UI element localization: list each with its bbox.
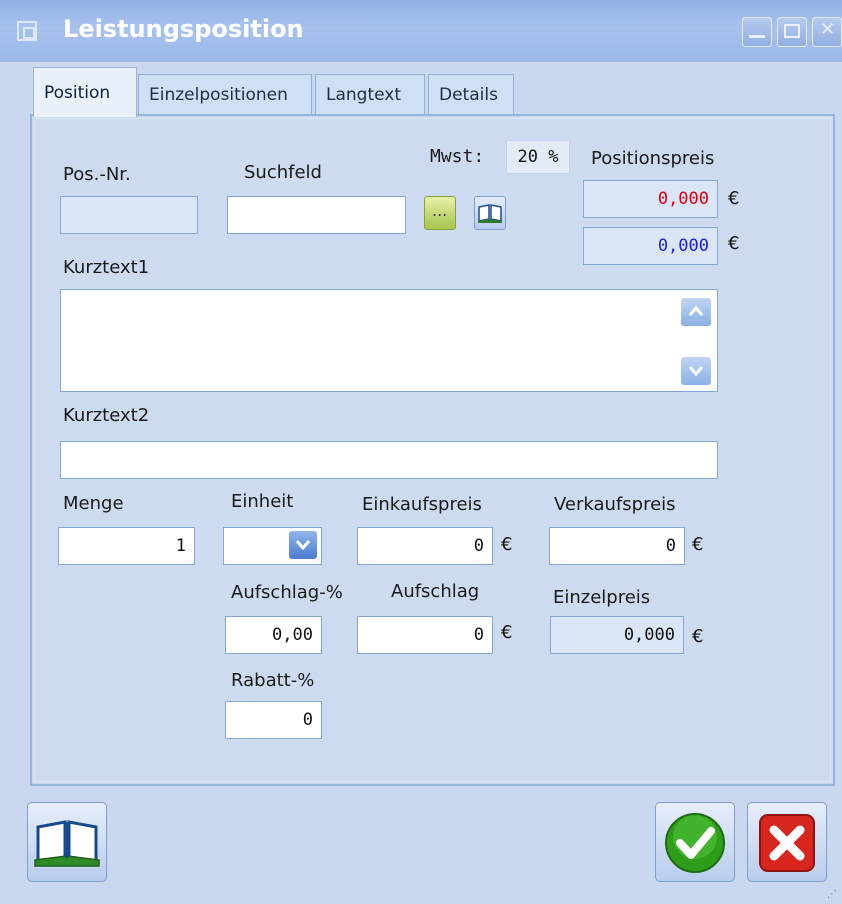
tab-label: Details bbox=[439, 84, 498, 105]
minimize-icon bbox=[749, 22, 765, 38]
catalog-large-button[interactable] bbox=[27, 802, 107, 882]
confirm-button[interactable] bbox=[655, 802, 735, 882]
pos-nr-field[interactable] bbox=[60, 196, 198, 234]
mwst-label: Mwst: bbox=[430, 146, 485, 167]
catalog-button[interactable] bbox=[474, 196, 506, 230]
resize-grip[interactable]: ⋰ bbox=[827, 889, 838, 900]
currency-symbol: € bbox=[501, 534, 513, 555]
einkaufspreis-input[interactable]: 0 bbox=[357, 527, 493, 565]
pos-nr-label: Pos.-Nr. bbox=[63, 164, 131, 185]
suchfeld-input[interactable] bbox=[227, 196, 406, 234]
einzelpreis-label: Einzelpreis bbox=[553, 587, 651, 608]
aufschlag-input[interactable]: 0 bbox=[357, 616, 493, 654]
scroll-down-button[interactable] bbox=[681, 357, 711, 385]
menge-label: Menge bbox=[63, 493, 124, 514]
window-icon bbox=[17, 21, 37, 41]
dialog-window: Leistungsposition ✕ Position Einzelposit… bbox=[0, 0, 842, 904]
einheit-dropdown-button[interactable] bbox=[289, 531, 317, 559]
scroll-down-icon bbox=[688, 366, 704, 377]
currency-symbol: € bbox=[692, 626, 704, 647]
cancel-x-icon bbox=[759, 814, 815, 872]
tab-label: Langtext bbox=[326, 84, 402, 105]
minimize-button[interactable] bbox=[742, 17, 772, 47]
verkaufspreis-input[interactable]: 0 bbox=[549, 527, 685, 565]
mwst-value: 20 % bbox=[506, 140, 570, 174]
rabatt-pct-label: Rabatt-% bbox=[231, 670, 315, 691]
verkaufspreis-label: Verkaufspreis bbox=[554, 494, 676, 515]
rabatt-pct-input[interactable]: 0 bbox=[225, 701, 322, 739]
tab-langtext[interactable]: Langtext bbox=[315, 74, 425, 114]
book-icon bbox=[34, 820, 100, 867]
title-bar[interactable]: Leistungsposition ✕ bbox=[0, 0, 842, 62]
tab-position[interactable]: Position bbox=[33, 67, 137, 117]
kurztext1-textarea[interactable] bbox=[60, 289, 718, 392]
dropdown-arrow-icon bbox=[295, 540, 311, 551]
currency-symbol: € bbox=[728, 188, 740, 209]
tab-label: Position bbox=[44, 82, 111, 103]
currency-symbol: € bbox=[728, 233, 740, 254]
browse-button-label: ... bbox=[432, 201, 448, 220]
suchfeld-label: Suchfeld bbox=[244, 162, 322, 183]
positionspreis-value-1: 0,000 bbox=[583, 180, 718, 218]
kurztext2-label: Kurztext2 bbox=[63, 405, 150, 426]
tab-details[interactable]: Details bbox=[428, 74, 514, 114]
tab-einzelpositionen[interactable]: Einzelpositionen bbox=[138, 74, 312, 114]
positionspreis-value-2: 0,000 bbox=[583, 227, 718, 265]
maximize-icon bbox=[784, 24, 800, 38]
scroll-up-icon bbox=[688, 305, 704, 316]
kurztext2-input[interactable] bbox=[60, 441, 718, 479]
maximize-button[interactable] bbox=[777, 17, 807, 47]
kurztext1-label: Kurztext1 bbox=[63, 257, 150, 278]
scroll-up-button[interactable] bbox=[681, 298, 711, 326]
positionspreis-label: Positionspreis bbox=[591, 148, 715, 169]
einzelpreis-value: 0,000 bbox=[550, 616, 684, 654]
aufschlag-pct-input[interactable]: 0,00 bbox=[225, 616, 322, 654]
browse-button[interactable]: ... bbox=[424, 196, 456, 230]
currency-symbol: € bbox=[501, 622, 513, 643]
menge-input[interactable]: 1 bbox=[58, 527, 195, 565]
book-icon bbox=[478, 204, 502, 223]
currency-symbol: € bbox=[692, 534, 704, 555]
einheit-label: Einheit bbox=[231, 491, 294, 512]
tab-label: Einzelpositionen bbox=[149, 84, 288, 105]
close-icon: ✕ bbox=[820, 19, 836, 40]
window-title: Leistungsposition bbox=[63, 15, 304, 43]
cancel-button[interactable] bbox=[747, 802, 827, 882]
close-button[interactable]: ✕ bbox=[812, 17, 842, 47]
checkmark-icon bbox=[665, 813, 725, 873]
aufschlag-label: Aufschlag bbox=[391, 581, 480, 602]
aufschlag-pct-label: Aufschlag-% bbox=[231, 582, 343, 603]
einkaufspreis-label: Einkaufspreis bbox=[362, 494, 482, 515]
